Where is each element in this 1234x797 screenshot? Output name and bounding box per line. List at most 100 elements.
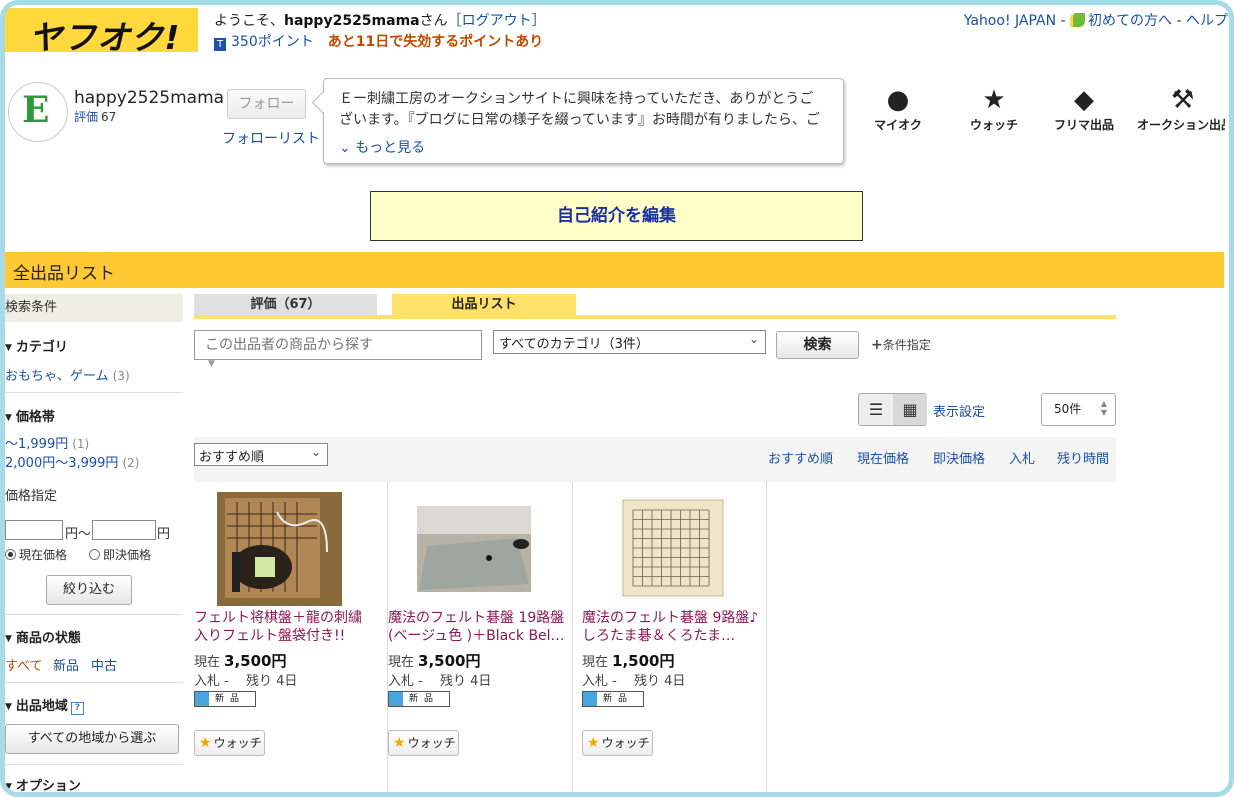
condition-specify-label: 条件指定 [882, 338, 931, 352]
radio-button [5, 549, 16, 560]
price-value: 1,500円 [612, 652, 675, 670]
item-title-link[interactable]: 魔法のフェルト碁盤 19路盤(ベージュ色 )＋Black Bel… [388, 609, 568, 645]
search-button[interactable]: 検索 [776, 331, 859, 359]
category-select-value: すべてのカテゴリ（3件） [499, 337, 649, 352]
rating-value: 67 [101, 110, 117, 124]
display-settings-link[interactable]: 表示設定 [933, 401, 985, 420]
yen-label: 円 [157, 527, 171, 542]
radio-buynow-price[interactable]: 即決価格 [89, 546, 151, 563]
band-title: 全出品リスト [13, 264, 115, 284]
item-bids: 入札 - 残り 4日 [582, 670, 685, 689]
price-max-input[interactable] [92, 520, 156, 540]
tab-listing[interactable]: 出品リスト [392, 294, 576, 315]
sort-buynow-price-link[interactable]: 即決価格 [933, 448, 985, 467]
condition-used-link[interactable]: 中古 [91, 655, 117, 674]
sort-recommended-link[interactable]: おすすめ順 [768, 448, 833, 467]
item-card: 魔法のフェルト碁盤 19路盤(ベージュ色 )＋Black Bel… 現在 3,50… [378, 482, 573, 792]
nav-watch[interactable]: ★ ウォッチ [949, 84, 1039, 133]
item-card: 魔法のフェルト碁盤 9路盤♪ しろたま碁＆くろたま… 現在 1,500円 入札 -… [573, 482, 767, 792]
tpoint-icon: T [214, 38, 226, 51]
first-time-link[interactable]: 初めての方へ [1088, 13, 1172, 29]
time-remaining: 残り 4日 [439, 674, 492, 689]
yahuoku-logo[interactable]: ヤフオク! [5, 8, 198, 57]
follow-button[interactable]: フォロー [227, 89, 306, 119]
price-title[interactable]: 価格帯 [5, 406, 55, 425]
price-range-1[interactable]: ～1,999円 (1) [5, 433, 89, 452]
condition-specify-link[interactable]: +条件指定 [871, 336, 931, 353]
tab-rating[interactable]: 評価（67） [194, 294, 377, 315]
logout-link[interactable]: ［ログアウト］ [448, 13, 546, 29]
watch-button[interactable]: ★ ウォッチ [388, 730, 459, 756]
region-title[interactable]: 出品地域? [5, 695, 84, 715]
grid-view-icon[interactable]: ▦ [893, 394, 927, 425]
option-title[interactable]: オプション [5, 775, 81, 794]
nav-auction[interactable]: ⚒ オークション出品 [1137, 84, 1225, 133]
watch-label: ウォッチ [407, 736, 456, 750]
price-value: 3,500円 [418, 652, 481, 670]
price-min-input[interactable] [5, 520, 63, 540]
region-title-label: 出品地域 [15, 699, 68, 714]
star-icon: ★ [982, 85, 1006, 115]
star-icon: ★ [393, 735, 406, 751]
points-warning-link[interactable]: あと11日で失効するポイントあり [328, 34, 543, 50]
divider [5, 764, 183, 765]
person-icon: ● [886, 85, 910, 115]
item-card: フェルト将棋盤＋龍の刺繍入りフェルト盤袋付き!! 現在 3,500円 入札 - 残… [194, 482, 388, 792]
category-item[interactable]: おもちゃ、ゲーム (3) [5, 365, 130, 384]
view-toggle: ☰ ▦ [858, 393, 927, 426]
edit-intro-button[interactable]: 自己紹介を編集 [370, 191, 863, 241]
item-image[interactable] [619, 496, 727, 600]
nav-flea[interactable]: ◆ フリマ出品 [1039, 84, 1129, 133]
intro-text: Ｅー刺繍工房のオークションサイトに興味を持っていただき、ありがとうございます。『… [339, 91, 820, 128]
sort-time-left-link[interactable]: 残り時間 [1057, 448, 1109, 467]
yahoo-japan-link[interactable]: Yahoo! JAPAN [964, 13, 1056, 29]
condition-title[interactable]: 商品の状態 [5, 627, 81, 646]
seller-rating[interactable]: 評価 67 [74, 108, 116, 125]
logo-text: ヤフオク! [29, 18, 181, 57]
category-select[interactable]: すべてのカテゴリ（3件） ⌄ [493, 330, 766, 354]
listing-band: 全出品リスト [5, 252, 1224, 288]
tab-underline [194, 315, 1116, 319]
watch-button[interactable]: ★ ウォッチ [582, 730, 653, 756]
nav-myauc[interactable]: ● マイオク [853, 84, 943, 133]
help-icon[interactable]: ? [70, 702, 84, 715]
welcome-prefix: ようこそ、 [214, 13, 284, 29]
follow-list-link[interactable]: フォローリスト [222, 128, 320, 148]
sort-select[interactable]: おすすめ順 ⌄ [194, 443, 328, 466]
item-price: 現在 1,500円 [582, 650, 674, 671]
condition-new-link[interactable]: 新品 [53, 655, 79, 674]
sort-current-price-link[interactable]: 現在価格 [857, 448, 909, 467]
item-title-link[interactable]: フェルト将棋盤＋龍の刺繍入りフェルト盤袋付き!! [194, 609, 374, 645]
nav-myauc-label: マイオク [874, 118, 922, 132]
list-view-icon[interactable]: ☰ [859, 394, 893, 425]
price-label: 現在 [194, 655, 221, 670]
item-image[interactable] [217, 492, 342, 606]
price-range-2[interactable]: 2,000円～3,999円 (2) [5, 452, 139, 471]
item-image[interactable] [417, 506, 531, 592]
radio-current-label: 現在価格 [19, 548, 68, 562]
price-specify-label: 価格指定 [5, 489, 58, 504]
narrow-button[interactable]: 絞り込む [46, 575, 132, 605]
item-title-link[interactable]: 魔法のフェルト碁盤 9路盤♪ しろたま碁＆くろたま… [582, 609, 762, 645]
radio-button [89, 549, 100, 560]
sort-bids-link[interactable]: 入札 [1009, 448, 1035, 467]
time-remaining: 残り 4日 [245, 674, 298, 689]
watch-button[interactable]: ★ ウォッチ [194, 730, 265, 756]
badge-label: 新品 [409, 694, 440, 704]
region-select-button[interactable]: すべての地域から選ぶ [5, 724, 179, 754]
more-link[interactable]: ⌄ もっと見る [339, 137, 425, 157]
points-link[interactable]: 350ポイント [231, 34, 314, 50]
item-bids: 入札 - 残り 4日 [388, 670, 491, 689]
help-link[interactable]: ヘルプ [1186, 13, 1228, 29]
price-value: 3,500円 [224, 652, 287, 670]
new-badge: 新品 [194, 691, 256, 707]
condition-all-link[interactable]: すべて [5, 655, 43, 674]
category-title[interactable]: カテゴリ [5, 336, 68, 355]
beginner-leaf-icon [1070, 13, 1086, 27]
price-range-label: ～1,999円 [5, 437, 69, 452]
seller-search-input[interactable] [194, 330, 482, 360]
per-page-stepper[interactable]: 50件 ▲ ▼ [1041, 393, 1116, 426]
category-item-label: おもちゃ、ゲーム [5, 369, 109, 384]
seller-avatar[interactable]: E [8, 82, 68, 142]
radio-current-price[interactable]: 現在価格 [5, 546, 67, 563]
